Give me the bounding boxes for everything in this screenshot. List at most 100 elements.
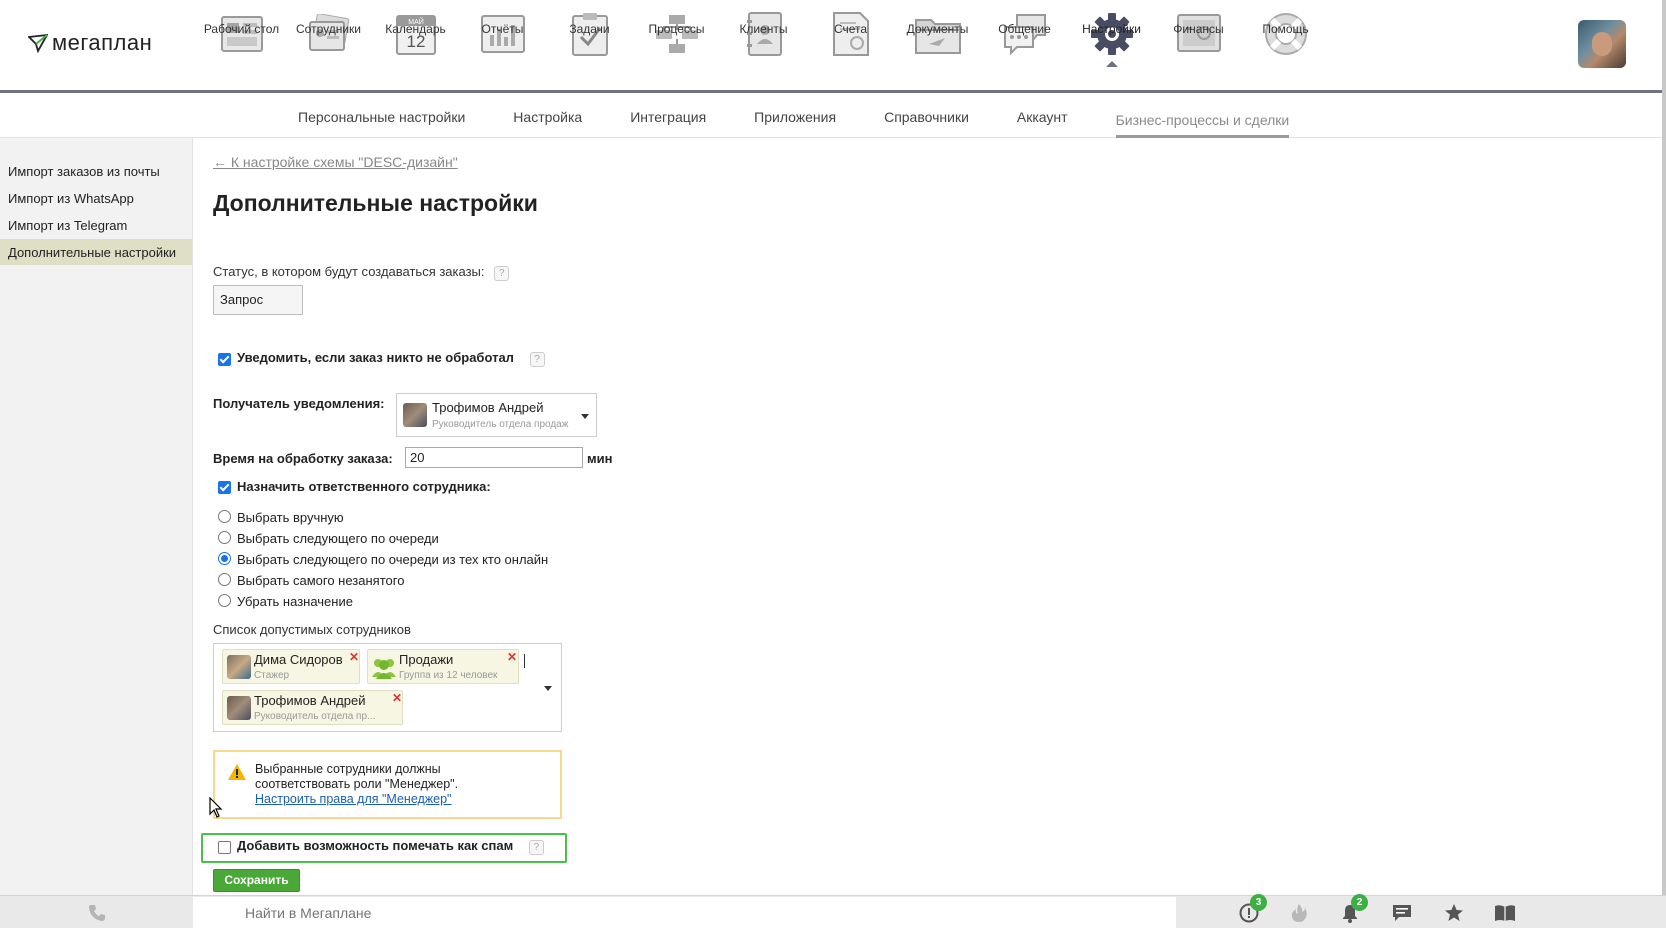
employees-multiselect[interactable]: Дима Сидоров Стажер ✕ Продажи Группа из … [213, 643, 562, 732]
knowledge-base-button[interactable] [1494, 902, 1516, 924]
notify-label: Уведомить, если заказ никто не обработал… [237, 350, 545, 367]
nav-label: Помощь [1262, 22, 1309, 36]
nav-item-desktop[interactable]: Рабочий стол [198, 8, 285, 88]
assign-checkbox[interactable] [218, 481, 231, 494]
status-select[interactable]: Запрос [213, 285, 303, 315]
recipient-select[interactable]: Трофимов Андрей Руководитель отдела прод… [396, 393, 597, 437]
back-link[interactable]: ← К настройке схемы "DESC-дизайн" [213, 154, 458, 170]
page-title: Дополнительные настройки [213, 190, 538, 216]
nav-item-invoices[interactable]: Счета [807, 8, 894, 88]
employees-label: Список допустимых сотрудников [213, 622, 411, 637]
nav-label: Общение [998, 22, 1051, 36]
employee-chip[interactable]: Продажи Группа из 12 человек ✕ [367, 649, 519, 684]
nav-label: Счета [833, 22, 868, 36]
nav-item-calendar[interactable]: МАЙ 12 Календарь [372, 8, 459, 88]
nav-item-documents[interactable]: Документы [894, 8, 981, 88]
radio-next-online[interactable] [218, 552, 231, 565]
nav-label: Процессы [648, 22, 705, 36]
chat-bubble-icon [1393, 905, 1411, 921]
spam-checkbox[interactable] [218, 841, 231, 854]
sidebar-item-whatsapp-import[interactable]: Импорт из WhatsApp [0, 185, 192, 211]
configure-rights-link[interactable]: Настроить права для "Менеджер" [255, 792, 458, 807]
notifications-badge: 2 [1351, 894, 1368, 911]
phone-button[interactable] [0, 896, 193, 928]
radio-manual[interactable] [218, 510, 231, 523]
sidebar-item-email-import[interactable]: Импорт заказов из почты [0, 158, 192, 184]
radio-label: Выбрать следующего по очереди [237, 531, 439, 546]
tab-setup[interactable]: Настройка [513, 96, 582, 138]
recipient-label: Получатель уведомления: [213, 396, 385, 411]
nav-item-settings[interactable]: Настройки [1068, 8, 1155, 88]
help-icon[interactable]: ? [529, 352, 545, 367]
nav-label: Документы [906, 22, 969, 36]
employee-sub: Стажер [254, 670, 290, 681]
settings-subnav: Персональные настройки Настройка Интегра… [0, 96, 1666, 138]
radio-label: Выбрать следующего по очереди из тех кто… [237, 552, 549, 567]
nav-item-reports[interactable]: Отчёты [459, 8, 546, 88]
status-label: Статус, в котором будут создаваться зака… [213, 264, 510, 281]
tab-account[interactable]: Аккаунт [1017, 96, 1068, 138]
notify-label-text: Уведомить, если заказ никто не обработал [237, 350, 514, 365]
role-warning: Выбранные сотрудники должны соответствов… [213, 750, 562, 819]
page-scrollbar[interactable] [1662, 0, 1666, 895]
nav-item-clients[interactable]: Клиенты [720, 8, 807, 88]
notify-checkbox[interactable] [218, 353, 231, 366]
time-input[interactable] [405, 447, 583, 468]
recipient-role: Руководитель отдела продаж [432, 419, 569, 430]
tab-personal-settings[interactable]: Персональные настройки [298, 96, 465, 138]
radio-label: Выбрать вручную [237, 510, 344, 525]
nav-label: Клиенты [739, 22, 788, 36]
nav-label: Задачи [569, 22, 610, 36]
nav-label: Календарь [385, 22, 446, 36]
nav-item-chat[interactable]: Общение [981, 8, 1068, 88]
sidebar-item-telegram-import[interactable]: Импорт из Telegram [0, 212, 192, 238]
tab-apps[interactable]: Приложения [754, 96, 836, 138]
avatar [227, 655, 251, 679]
messages-button[interactable] [1391, 902, 1413, 924]
text-caret [524, 654, 525, 668]
warning-icon [228, 764, 246, 780]
nav-item-finance[interactable]: Финансы [1155, 8, 1242, 88]
radio-label: Выбрать самого незанятого [237, 573, 405, 588]
brand-name: мегаплан [52, 30, 153, 55]
avatar [227, 696, 251, 720]
chevron-down-icon[interactable] [544, 686, 552, 691]
employee-chip[interactable]: Дима Сидоров Стажер ✕ [222, 649, 360, 684]
alerts-button[interactable]: 3 [1238, 894, 1267, 924]
tab-integration[interactable]: Интеграция [630, 96, 706, 138]
employee-name: Дима Сидоров [254, 652, 343, 667]
help-icon[interactable]: ? [528, 840, 544, 855]
remove-icon[interactable]: ✕ [392, 691, 402, 705]
phone-icon [88, 904, 105, 921]
nav-item-tasks[interactable]: Задачи [546, 8, 633, 88]
employee-name: Трофимов Андрей [254, 693, 366, 708]
alerts-badge: 3 [1250, 894, 1267, 911]
save-button[interactable]: Сохранить [213, 869, 300, 892]
employee-chip[interactable]: Трофимов Андрей Руководитель отдела пр..… [222, 690, 403, 725]
radio-next-in-queue[interactable] [218, 531, 231, 544]
avatar [403, 403, 427, 427]
recipient-name: Трофимов Андрей [432, 400, 544, 415]
notifications-button[interactable]: 2 [1339, 894, 1368, 924]
user-avatar[interactable] [1578, 20, 1626, 68]
megaplan-logo[interactable]: мегаплан [28, 30, 152, 56]
nav-item-employees[interactable]: Сотрудники [285, 8, 372, 88]
favorites-button[interactable] [1443, 902, 1465, 924]
chevron-down-icon [581, 414, 589, 419]
employee-name: Продажи [399, 652, 454, 667]
nav-item-help[interactable]: Помощь [1242, 8, 1329, 88]
global-search-input[interactable] [193, 897, 1176, 928]
tab-directories[interactable]: Справочники [884, 96, 969, 138]
radio-remove-assignment[interactable] [218, 594, 231, 607]
time-unit: мин [587, 451, 613, 466]
hot-button[interactable] [1288, 902, 1310, 924]
sidebar-item-additional-settings[interactable]: Дополнительные настройки [0, 239, 192, 265]
help-icon[interactable]: ? [494, 266, 510, 281]
employee-sub: Руководитель отдела пр... [254, 711, 376, 722]
nav-item-processes[interactable]: Процессы [633, 8, 720, 88]
remove-icon[interactable]: ✕ [507, 650, 517, 664]
remove-icon[interactable]: ✕ [349, 650, 359, 664]
radio-least-busy[interactable] [218, 573, 231, 586]
nav-label: Рабочий стол [203, 22, 280, 36]
tab-business-processes[interactable]: Бизнес-процессы и сделки [1115, 104, 1290, 138]
